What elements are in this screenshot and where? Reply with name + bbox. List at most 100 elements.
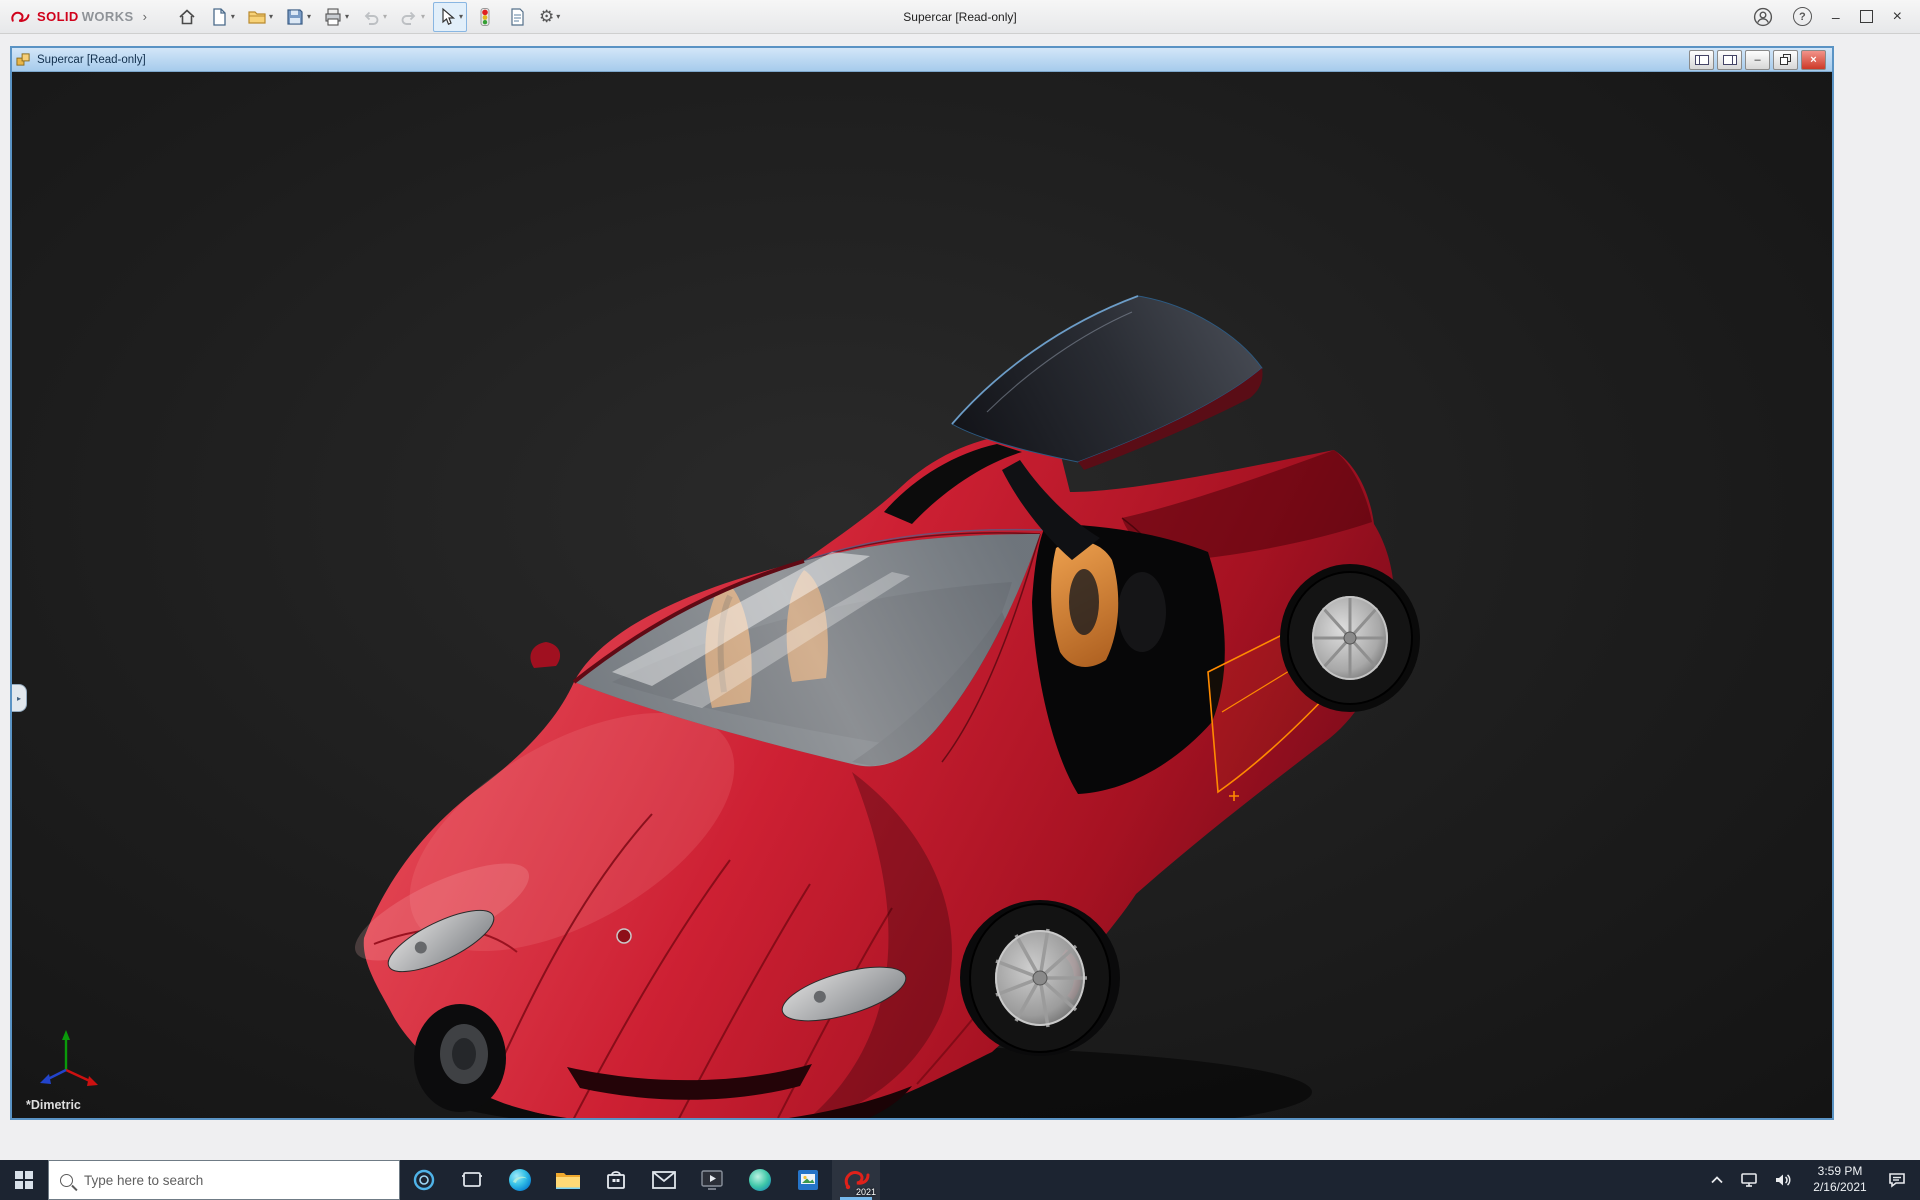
- search-input[interactable]: [82, 1171, 388, 1189]
- help-icon[interactable]: ?: [1792, 7, 1812, 26]
- redo-button[interactable]: ▾: [395, 2, 429, 32]
- new-document-icon: [213, 7, 226, 26]
- brand-text-works: WORKS: [81, 9, 134, 24]
- document-restore-button[interactable]: [1773, 49, 1798, 70]
- taskbar-clock[interactable]: 3:59 PM 2/16/2021: [1808, 1164, 1872, 1195]
- clock-time: 3:59 PM: [1817, 1164, 1863, 1179]
- minimize-button[interactable]: –: [1832, 10, 1840, 24]
- edge-dev-icon: [749, 1169, 771, 1191]
- home-button[interactable]: [173, 2, 201, 32]
- media-player-icon: [701, 1170, 723, 1190]
- solidworks-version-badge: 2021: [855, 1187, 876, 1197]
- home-icon: [179, 8, 195, 24]
- save-button[interactable]: ▾: [281, 2, 315, 32]
- edge-icon: [509, 1169, 531, 1191]
- rebuild-button[interactable]: [471, 2, 499, 32]
- volume-icon[interactable]: [1774, 1172, 1792, 1188]
- rebuild-icon: [480, 7, 490, 26]
- pane-split-right-icon: [1722, 54, 1737, 65]
- taskbar-item-cortana[interactable]: [400, 1160, 448, 1200]
- system-tray: 3:59 PM 2/16/2021: [1696, 1160, 1920, 1200]
- side-mirror: [530, 642, 561, 668]
- flyout-arrow-icon: ▸: [16, 693, 21, 703]
- taskbar-item-photos[interactable]: [784, 1160, 832, 1200]
- document-window-titlebar[interactable]: Supercar [Read-only] – ×: [12, 48, 1832, 72]
- clock-date: 2/16/2021: [1813, 1180, 1867, 1194]
- chevron-down-icon[interactable]: ▾: [231, 12, 235, 21]
- undo-button[interactable]: ▾: [357, 2, 391, 32]
- app-titlebar: SOLID WORKS › ▾ ▾ ▾ ▾ ▾ ▾ ▾ ⚙ ▾ Supercar…: [0, 0, 1920, 34]
- titlebar-controls: ? – ×: [1753, 7, 1920, 27]
- car-wheel-front-left: [414, 1004, 506, 1112]
- quick-access-toolbar: ▾ ▾ ▾ ▾ ▾ ▾ ▾ ⚙ ▾: [173, 1, 564, 32]
- taskbar-item-edge-dev[interactable]: [736, 1160, 784, 1200]
- taskbar-item-solidworks[interactable]: 2021: [832, 1160, 880, 1200]
- windows-taskbar: 2021 3:59 PM 2/16/2021: [0, 1160, 1920, 1200]
- open-folder-icon: [248, 10, 266, 24]
- taskbar-item-edge[interactable]: [496, 1160, 544, 1200]
- chevron-down-icon[interactable]: ▾: [556, 12, 560, 21]
- chevron-down-icon[interactable]: ▾: [345, 12, 349, 21]
- print-button[interactable]: ▾: [319, 2, 353, 32]
- select-cursor-icon: [442, 7, 456, 25]
- feature-manager-flyout-tab[interactable]: ▸: [12, 684, 27, 712]
- file-properties-icon: [511, 7, 524, 26]
- graphics-viewport[interactable]: *Dimetric ▸: [12, 72, 1832, 1118]
- pane-split-left-button[interactable]: [1689, 49, 1714, 70]
- chevron-down-icon[interactable]: ▾: [307, 12, 311, 21]
- redo-icon: [401, 11, 416, 25]
- account-icon[interactable]: [1753, 7, 1773, 27]
- taskbar-item-mail[interactable]: [640, 1160, 688, 1200]
- options-button[interactable]: ⚙ ▾: [535, 2, 564, 32]
- brand-text-solid: SOLID: [37, 9, 79, 24]
- document-minimize-button[interactable]: –: [1745, 49, 1770, 70]
- document-window: Supercar [Read-only] – × *Dimetric ▸: [10, 46, 1834, 1120]
- chevron-down-icon[interactable]: ▾: [459, 12, 463, 21]
- taskbar-item-file-explorer[interactable]: [544, 1160, 592, 1200]
- app-client-area: Supercar [Read-only] – × *Dimetric ▸: [0, 34, 1920, 1160]
- hood-badge: [616, 928, 632, 944]
- chevron-down-icon[interactable]: ▾: [383, 12, 387, 21]
- assembly-document-icon: [16, 53, 30, 66]
- pane-split-right-button[interactable]: [1717, 49, 1742, 70]
- undo-icon: [364, 11, 379, 25]
- tray-expand-chevron-icon[interactable]: [1710, 1175, 1724, 1185]
- windows-logo-icon: [15, 1171, 33, 1189]
- pane-split-left-icon: [1694, 54, 1709, 65]
- taskbar-search[interactable]: [48, 1160, 400, 1200]
- taskbar-item-task-view[interactable]: [448, 1160, 496, 1200]
- document-window-title: Supercar [Read-only]: [37, 53, 146, 66]
- open-button[interactable]: ▾: [243, 2, 277, 32]
- store-icon: [607, 1171, 625, 1189]
- chevron-down-icon[interactable]: ▾: [269, 12, 273, 21]
- file-properties-button[interactable]: [503, 2, 531, 32]
- view-orientation-label: *Dimetric: [26, 1098, 81, 1112]
- document-window-controls: – ×: [1689, 49, 1828, 70]
- restore-icon: [1780, 54, 1791, 65]
- taskbar-item-store[interactable]: [592, 1160, 640, 1200]
- new-document-button[interactable]: ▾: [205, 2, 239, 32]
- cortana-icon: [413, 1169, 435, 1191]
- close-button[interactable]: ×: [1893, 8, 1902, 25]
- photos-icon: [798, 1170, 818, 1190]
- print-icon: [325, 7, 341, 26]
- taskbar-item-media-player[interactable]: [688, 1160, 736, 1200]
- chevron-down-icon[interactable]: ▾: [421, 12, 425, 21]
- brand-expand-arrow[interactable]: ›: [143, 9, 147, 24]
- file-explorer-icon: [556, 1173, 580, 1189]
- action-center-icon[interactable]: [1888, 1172, 1906, 1188]
- mail-icon: [652, 1171, 676, 1189]
- network-icon[interactable]: [1740, 1172, 1758, 1188]
- orientation-triad: [40, 1030, 98, 1086]
- select-button[interactable]: ▾: [433, 1, 468, 32]
- car-wheel-rear: [1280, 564, 1420, 712]
- car-wheel-front: [960, 900, 1120, 1056]
- gear-icon: ⚙: [539, 7, 555, 26]
- maximize-button[interactable]: [1859, 10, 1873, 23]
- document-close-button[interactable]: ×: [1801, 49, 1826, 70]
- dassault-swoosh-icon: [11, 11, 30, 22]
- solidworks-logo: SOLID WORKS ›: [0, 8, 147, 26]
- search-icon: [60, 1173, 73, 1187]
- start-button[interactable]: [0, 1160, 48, 1200]
- app-title: Supercar [Read-only]: [903, 10, 1017, 24]
